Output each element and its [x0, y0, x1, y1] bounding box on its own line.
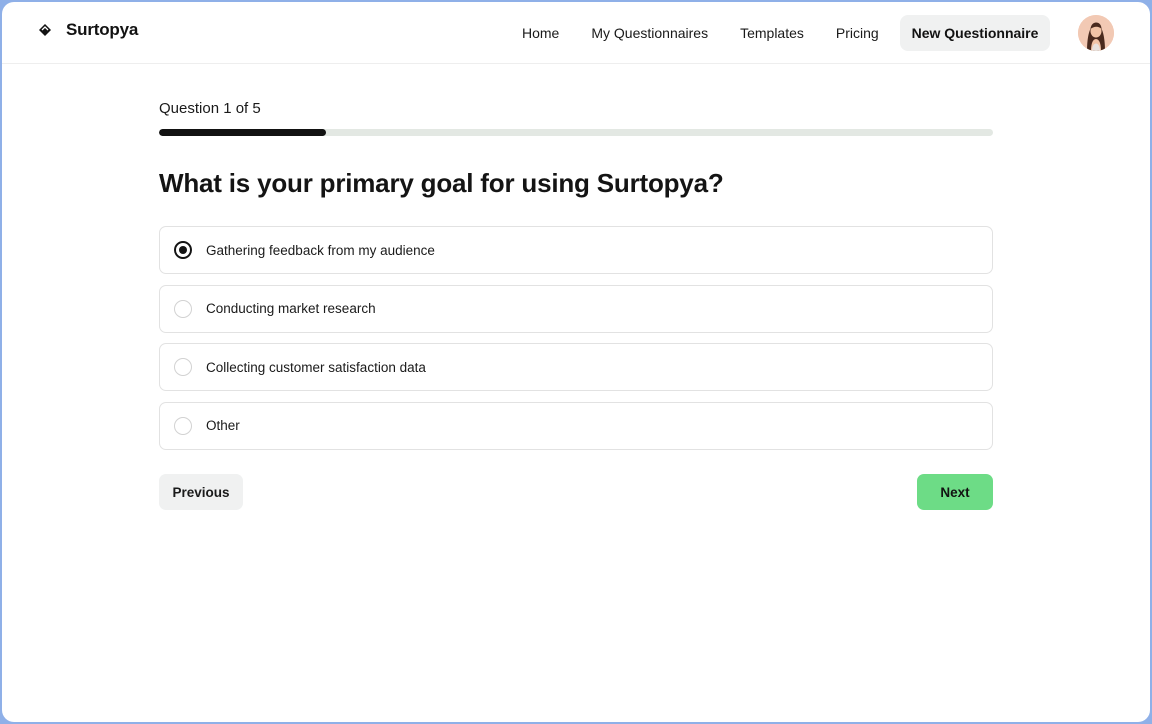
progress-bar [159, 129, 993, 136]
question-title: What is your primary goal for using Surt… [159, 168, 724, 198]
app-window: Surtopya Home My Questionnaires Template… [2, 2, 1150, 722]
progress-bar-fill [159, 129, 326, 136]
nav-link-home[interactable]: Home [522, 25, 559, 41]
answer-option[interactable]: Gathering feedback from my audience [159, 226, 993, 274]
radio-button[interactable] [174, 416, 192, 435]
new-questionnaire-button[interactable]: New Questionnaire [900, 15, 1050, 51]
nav-link-pricing[interactable]: Pricing [836, 25, 879, 41]
nav-link-my-questionnaires[interactable]: My Questionnaires [591, 25, 708, 41]
next-button[interactable]: Next [917, 474, 993, 510]
user-avatar[interactable] [1078, 15, 1114, 51]
answer-option-label: Collecting customer satisfaction data [206, 359, 426, 375]
diamond-logo-icon [38, 23, 52, 37]
answer-option-label: Conducting market research [206, 301, 376, 316]
navigation-actions: Previous Next [159, 474, 993, 510]
answer-options: Gathering feedback from my audience Cond… [159, 226, 993, 460]
brand[interactable]: Surtopya [38, 20, 138, 40]
nav-link-templates[interactable]: Templates [740, 25, 804, 41]
avatar-portrait-icon [1078, 15, 1114, 51]
progress-label: Question 1 of 5 [159, 100, 261, 117]
answer-option[interactable]: Other [159, 401, 993, 450]
answer-option[interactable]: Collecting customer satisfaction data [159, 343, 993, 391]
radio-button[interactable] [174, 358, 192, 376]
answer-option-label: Gathering feedback from my audience [206, 242, 435, 258]
brand-name: Surtopya [66, 20, 139, 39]
radio-button[interactable] [174, 299, 192, 318]
top-navbar: Surtopya Home My Questionnaires Template… [2, 2, 1150, 64]
nav-links: Home My Questionnaires Templates Pricing [522, 2, 879, 64]
answer-option[interactable]: Conducting market research [159, 284, 993, 333]
previous-button[interactable]: Previous [159, 474, 243, 510]
radio-button[interactable] [174, 241, 192, 259]
answer-option-label: Other [206, 418, 240, 433]
